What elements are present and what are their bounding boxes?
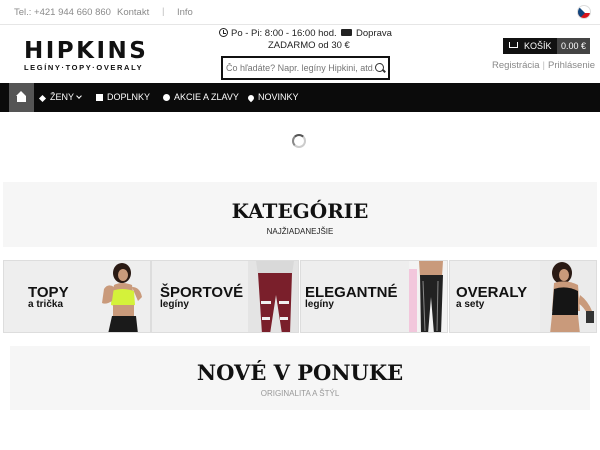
chevron-down-icon xyxy=(76,93,82,99)
category-card-topy[interactable]: TOPY a trička xyxy=(3,260,151,333)
category-card-sportove[interactable]: ŠPORTOVÉ legíny xyxy=(151,260,299,333)
phone-number[interactable]: Tel.: +421 944 660 860 xyxy=(14,7,111,18)
account-separator: | xyxy=(542,60,545,71)
cart-label: KOŠÍK xyxy=(524,41,552,51)
category-card-title: TOPY xyxy=(28,284,69,301)
category-card-elegantne[interactable]: ELEGANTNÉ legíny xyxy=(300,260,448,333)
account-links: Registrácia | Prihlásenie xyxy=(492,60,595,71)
category-card-overaly[interactable]: OVERALY a sety xyxy=(449,260,597,333)
category-card-title: ELEGANTNÉ xyxy=(305,284,398,301)
new-products-title: NOVÉ V PONUKE xyxy=(196,360,404,385)
logo-tagline: LEGÍNY·TOPY·OVERALY xyxy=(24,63,144,72)
search-box xyxy=(221,56,390,80)
logo-brand: HIPKINS xyxy=(24,38,149,64)
box-icon xyxy=(96,94,103,101)
site-logo[interactable]: HIPKINS LEGÍNY·TOPY·OVERALY xyxy=(24,38,160,73)
shipping-free-text: ZADARMO od 30 € xyxy=(268,40,350,51)
info-link[interactable]: Info xyxy=(177,7,193,18)
heart-icon xyxy=(246,93,256,103)
opening-hours-text: Po - Pi: 8:00 - 16:00 hod. xyxy=(231,28,337,39)
nav-item-akcie[interactable]: AKCIE A ZLAVY xyxy=(163,83,239,112)
categories-title: KATEGÓRIE xyxy=(231,199,369,223)
nav-item-label: ŽENY xyxy=(50,92,75,102)
home-icon[interactable] xyxy=(9,83,34,112)
nav-item-label: DOPLNKY xyxy=(107,92,151,102)
login-link[interactable]: Prihlásenie xyxy=(548,60,595,71)
cart-icon xyxy=(509,42,518,48)
categories-header: KATEGÓRIE NAJŽIADANEJŠIE xyxy=(3,182,597,247)
loading-spinner-icon xyxy=(292,134,306,148)
cart-button[interactable]: KOŠÍK 0.00 € xyxy=(503,38,590,54)
topbar-separator: | xyxy=(162,6,165,17)
register-link[interactable]: Registrácia xyxy=(492,60,540,71)
czech-flag-icon[interactable] xyxy=(577,5,591,19)
category-card-title: ŠPORTOVÉ xyxy=(160,284,244,301)
category-card-subtitle: legíny xyxy=(160,299,189,310)
bomb-icon xyxy=(163,94,170,101)
new-products-subtitle: ORIGINALITA A ŠTÝL xyxy=(260,389,340,398)
nav-item-novinky[interactable]: NOVINKY xyxy=(246,83,299,112)
nav-item-doplnky[interactable]: DOPLNKY xyxy=(96,83,150,112)
category-cards: TOPY a trička ŠPORTOVÉ legíny ELEGANTNÉ xyxy=(3,260,597,333)
leggings-photo xyxy=(248,261,298,332)
shipping-line1: Doprava xyxy=(356,28,392,39)
categories-subtitle: NAJŽIADANEJŠIE xyxy=(266,227,334,236)
new-products-header: NOVÉ V PONUKE ORIGINALITA A ŠTÝL xyxy=(10,346,590,410)
model-photo xyxy=(540,261,596,332)
model-photo xyxy=(102,263,142,332)
category-card-subtitle: legíny xyxy=(305,299,334,310)
clock-icon xyxy=(219,28,228,37)
shipping-info: Doprava xyxy=(341,28,392,39)
truck-icon xyxy=(341,29,352,36)
leggings-photo xyxy=(409,261,447,332)
category-card-title: OVERALY xyxy=(456,284,528,301)
nav-item-zeny[interactable]: ŽENY xyxy=(38,83,82,112)
nav-item-label: AKCIE A ZLAVY xyxy=(174,92,239,102)
main-navigation: ŽENY DOPLNKY AKCIE A ZLAVY NOVINKY xyxy=(0,83,600,112)
search-icon[interactable] xyxy=(375,63,384,72)
top-bar: Tel.: +421 944 660 860 Kontakt | Info xyxy=(0,0,600,25)
female-icon xyxy=(38,94,47,103)
contact-link[interactable]: Kontakt xyxy=(117,7,149,18)
category-card-subtitle: a trička xyxy=(28,299,64,310)
opening-hours: Po - Pi: 8:00 - 16:00 hod. xyxy=(219,28,337,39)
search-input[interactable] xyxy=(226,60,374,76)
nav-item-label: NOVINKY xyxy=(258,92,299,102)
cart-total: 0.00 € xyxy=(557,38,590,54)
category-card-subtitle: a sety xyxy=(456,299,485,310)
